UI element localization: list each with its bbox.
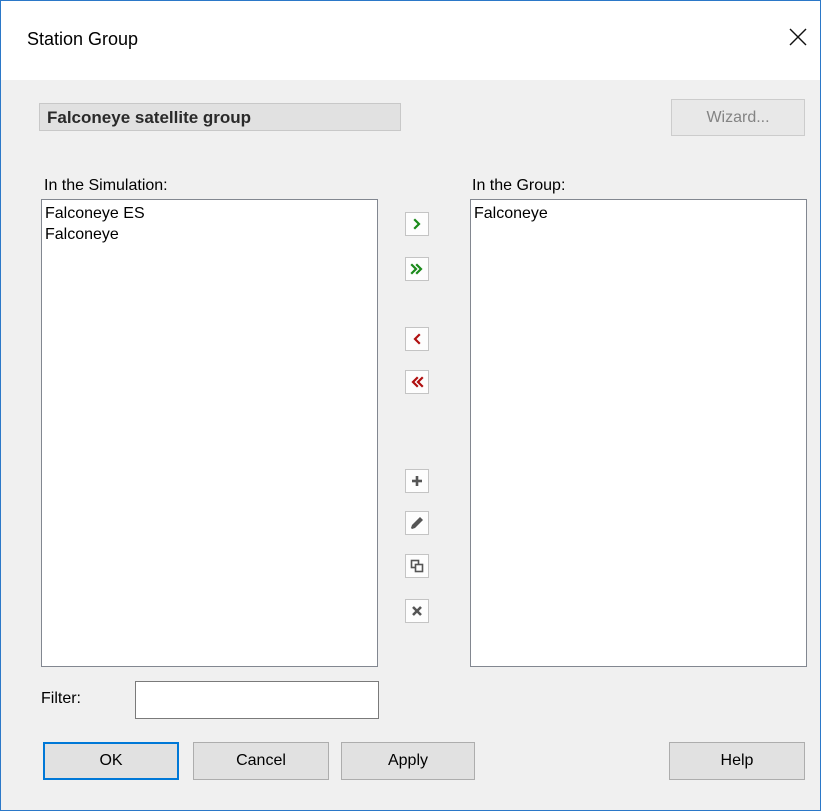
pencil-icon	[411, 517, 423, 529]
title-bar: Station Group	[1, 1, 820, 80]
filter-input[interactable]	[135, 681, 379, 719]
help-button[interactable]: Help	[669, 742, 805, 780]
list-item[interactable]: Falconeye	[44, 224, 375, 245]
station-group-dialog: Station Group Falconeye satellite group …	[0, 0, 821, 811]
chevron-left-icon	[413, 333, 421, 345]
filter-label: Filter:	[41, 690, 81, 707]
x-icon	[412, 606, 422, 616]
double-chevron-left-icon	[411, 376, 424, 388]
group-list-label: In the Group:	[472, 177, 566, 194]
remove-selected-button[interactable]	[405, 327, 429, 351]
list-item[interactable]: Falconeye ES	[44, 203, 375, 224]
chevron-right-icon	[413, 218, 421, 230]
new-station-button[interactable]	[405, 469, 429, 493]
ok-button[interactable]: OK	[43, 742, 179, 780]
edit-station-button[interactable]	[405, 511, 429, 535]
apply-button[interactable]: Apply	[341, 742, 475, 780]
double-chevron-right-icon	[410, 263, 423, 275]
group-list[interactable]: Falconeye	[470, 199, 807, 667]
list-item[interactable]: Falconeye	[473, 203, 804, 224]
delete-station-button[interactable]	[405, 599, 429, 623]
cancel-button[interactable]: Cancel	[193, 742, 329, 780]
close-button[interactable]	[776, 15, 820, 59]
simulation-list-label: In the Simulation:	[44, 177, 168, 194]
remove-all-button[interactable]	[405, 370, 429, 394]
duplicate-icon	[410, 559, 424, 573]
plus-icon	[412, 476, 422, 486]
duplicate-station-button[interactable]	[405, 554, 429, 578]
add-selected-button[interactable]	[405, 212, 429, 236]
simulation-list[interactable]: Falconeye ES Falconeye	[41, 199, 378, 667]
group-name-field: Falconeye satellite group	[39, 103, 401, 131]
wizard-button[interactable]: Wizard...	[671, 99, 805, 136]
add-all-button[interactable]	[405, 257, 429, 281]
close-icon	[789, 28, 807, 46]
window-title: Station Group	[27, 29, 139, 49]
